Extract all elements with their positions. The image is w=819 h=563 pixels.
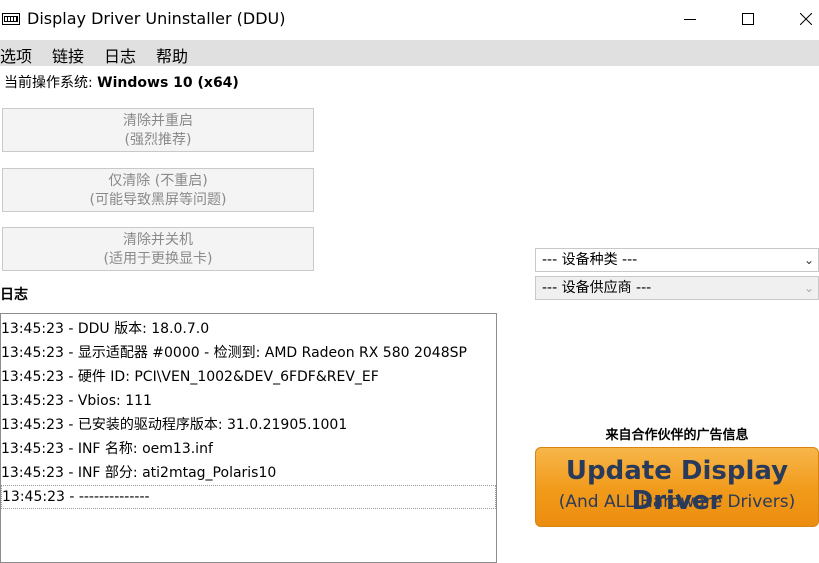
close-icon	[800, 13, 812, 25]
clean-shutdown-button[interactable]: 清除并关机 (适用于更换显卡)	[2, 227, 314, 271]
os-info: 当前操作系统: Windows 10 (x64)	[4, 72, 239, 92]
close-button[interactable]	[784, 3, 819, 35]
log-entry[interactable]: 13:45:23 - 显示适配器 #0000 - 检测到: AMD Radeon…	[1, 341, 496, 365]
device-vendor-value: --- 设备供应商 ---	[542, 280, 652, 296]
log-label: 日志	[0, 287, 28, 303]
minimize-icon	[684, 19, 696, 20]
clean-shutdown-label: 清除并关机	[123, 232, 193, 248]
title-bar: Display Driver Uninstaller (DDU)	[0, 0, 819, 40]
maximize-button[interactable]	[726, 3, 770, 35]
log-entry[interactable]: 13:45:23 - 硬件 ID: PCI\VEN_1002&DEV_6FDF&…	[1, 365, 496, 389]
clean-restart-note: (强烈推荐)	[124, 132, 192, 148]
os-label: 当前操作系统:	[4, 75, 93, 91]
log-entry[interactable]: 13:45:23 - 已安装的驱动程序版本: 31.0.21905.1001	[1, 413, 496, 437]
log-entry-selected[interactable]: 13:45:23 - --------------	[1, 485, 496, 509]
ad-banner[interactable]: Update Display Driver (And ALL Hardware …	[535, 447, 819, 527]
menu-item-log[interactable]: 日志	[104, 43, 136, 67]
os-value: Windows 10 (x64)	[97, 75, 239, 91]
ddu-app-icon	[2, 11, 20, 25]
menu-item-help[interactable]: 帮助	[156, 43, 188, 67]
log-entry[interactable]: 13:45:23 - INF 名称: oem13.inf	[1, 437, 496, 461]
device-vendor-select[interactable]: --- 设备供应商 --- ⌄	[535, 276, 819, 300]
ad-label: 来自合作伙伴的广告信息	[605, 428, 749, 443]
device-type-select[interactable]: --- 设备种类 --- ⌄	[535, 248, 819, 272]
log-list[interactable]: 13:45:23 - DDU 版本: 18.0.7.0 13:45:23 - 显…	[0, 313, 497, 563]
log-entry[interactable]: 13:45:23 - Vbios: 111	[1, 389, 496, 413]
chevron-down-icon: ⌄	[803, 281, 814, 295]
clean-shutdown-note: (适用于更换显卡)	[103, 251, 213, 267]
clean-only-button[interactable]: 仅清除 (不重启) (可能导致黑屏等问题)	[2, 168, 314, 212]
minimize-button[interactable]	[668, 3, 712, 35]
clean-restart-button[interactable]: 清除并重启 (强烈推荐)	[2, 108, 314, 152]
log-entry[interactable]: 13:45:23 - DDU 版本: 18.0.7.0	[1, 317, 496, 341]
clean-only-label: 仅清除 (不重启)	[108, 173, 208, 189]
ad-sub-text: (And ALL Hardware Drivers)	[558, 492, 796, 512]
menu-item-options[interactable]: 选项	[0, 43, 32, 67]
clean-restart-label: 清除并重启	[123, 113, 193, 129]
window-title: Display Driver Uninstaller (DDU)	[27, 9, 286, 28]
menu-item-links[interactable]: 链接	[52, 43, 84, 67]
chevron-down-icon: ⌄	[803, 253, 814, 267]
clean-only-note: (可能导致黑屏等问题)	[89, 192, 227, 208]
device-type-value: --- 设备种类 ---	[542, 252, 638, 268]
log-entry[interactable]: 13:45:23 - INF 部分: ati2mtag_Polaris10	[1, 461, 496, 485]
maximize-icon	[742, 13, 754, 25]
menu-bar: 选项 链接 日志 帮助	[0, 40, 819, 66]
